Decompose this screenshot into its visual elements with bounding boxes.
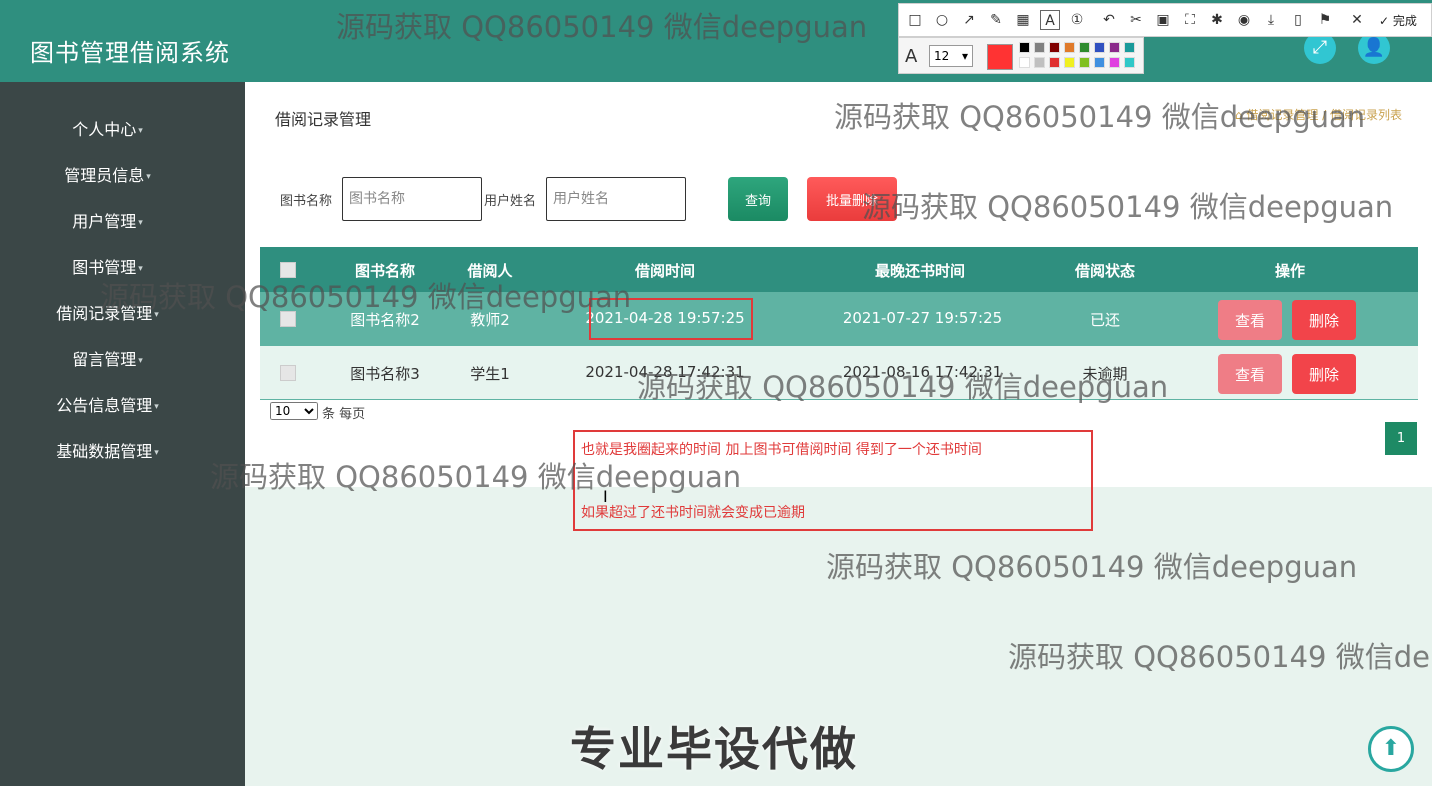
color-swatch[interactable] [1079, 57, 1090, 68]
watermark: 源码获取 QQ86050149 微信deepguan [336, 10, 868, 44]
user-name-label: 用户姓名 [484, 194, 537, 209]
color-swatch[interactable] [1034, 57, 1045, 68]
chevron-down-icon: ▾ [138, 217, 143, 228]
phone-icon[interactable]: ▯ [1288, 10, 1308, 30]
ocr-icon[interactable]: ▣ [1153, 10, 1173, 30]
watermark: 源码获取 QQ86050149 微信deepguan [100, 280, 632, 314]
column-header: 操作 [1274, 262, 1305, 280]
borrower-cell: 学生1 [470, 365, 510, 383]
font-size-select[interactable]: 12 ▾ [929, 45, 973, 67]
font-icon: A [905, 46, 918, 67]
color-swatch[interactable] [1124, 57, 1135, 68]
app-title: 图书管理借阅系统 [30, 39, 230, 67]
row-checkbox[interactable] [280, 365, 296, 381]
color-swatch[interactable] [1094, 57, 1105, 68]
chevron-down-icon: ▾ [154, 401, 159, 412]
annotation-text: 如果超过了还书时间就会变成已逾期 [581, 505, 805, 521]
check-icon: ✓ [1379, 14, 1393, 28]
number-icon[interactable]: ① [1067, 10, 1087, 30]
color-swatch[interactable] [1079, 42, 1090, 53]
chevron-down-icon: ▾ [146, 171, 151, 182]
chevron-down-icon: ▾ [138, 125, 143, 136]
color-swatch[interactable] [1049, 57, 1060, 68]
color-swatch[interactable] [1034, 42, 1045, 53]
arrow-icon[interactable]: ↗ [959, 10, 979, 30]
color-swatch[interactable] [1109, 42, 1120, 53]
cut-icon[interactable]: ✂ [1126, 10, 1146, 30]
color-swatch[interactable] [1019, 57, 1030, 68]
color-swatch[interactable] [1049, 42, 1060, 53]
watermark: 源码获取 QQ86050149 微信deepguan [862, 190, 1394, 224]
column-header: 借阅状态 [1074, 262, 1135, 280]
sidebar-item-basic-data[interactable]: 基础数据管理 ▾ [0, 438, 215, 462]
sidebar-item-user-management[interactable]: 用户管理 ▾ [0, 208, 215, 232]
watermark: 源码获取 QQ86050149 微信deepguan [834, 100, 1366, 134]
screenshot-toolbar: □ ○ ↗ ✎ ▦ A ① ↶ ✂ ▣ ⛶ ✱ ◉ ⤓ ▯ ⚑ ✕ ✓ 完成 [898, 3, 1432, 37]
rect-icon[interactable]: □ [905, 10, 925, 30]
status-cell: 已还 [1089, 311, 1120, 329]
undo-icon[interactable]: ↶ [1099, 10, 1119, 30]
download-icon[interactable]: ⤓ [1261, 10, 1281, 30]
page-title: 借阅记录管理 [275, 110, 372, 129]
user-name-input[interactable] [546, 177, 686, 221]
watermark: 源码获取 QQ86050149 微信deepguan [637, 370, 1169, 404]
per-page-label: 条 每页 [322, 407, 366, 422]
color-swatch[interactable] [1124, 42, 1135, 53]
book-name-cell: 图书名称3 [350, 365, 420, 383]
watermark: 源码获取 QQ86050149 微信deepguan [826, 550, 1358, 584]
sidebar-item-personal-center[interactable]: 个人中心 ▾ [0, 116, 215, 140]
watermark-big: 专业毕设代做 [570, 722, 858, 776]
view-button[interactable]: 查看 [1218, 354, 1282, 394]
record-icon[interactable]: ◉ [1234, 10, 1254, 30]
pen-icon[interactable]: ✎ [986, 10, 1006, 30]
book-name-label: 图书名称 [280, 194, 333, 209]
mosaic-icon[interactable]: ▦ [1013, 10, 1033, 30]
column-header: 最晚还书时间 [874, 262, 965, 280]
page-number-button[interactable]: 1 [1385, 422, 1417, 455]
sidebar-item-announcements[interactable]: 公告信息管理 ▾ [0, 392, 215, 416]
bookmark-icon[interactable]: ⚑ [1315, 10, 1335, 30]
page-size-select[interactable]: 10 [270, 402, 318, 420]
close-icon[interactable]: ✕ [1347, 10, 1367, 30]
color-swatch[interactable] [1019, 42, 1030, 53]
sidebar: 个人中心 ▾ 管理员信息 ▾ 用户管理 ▾ 图书管理 ▾ 借阅记录管理 ▾ 留言管理 ▾ 公… [0, 82, 245, 786]
due-time-cell: 2021-07-27 19:57:25 [842, 309, 1003, 327]
scroll-to-top-icon[interactable]: ⬆ [1368, 726, 1414, 772]
chevron-down-icon: ▾ [138, 355, 143, 366]
chevron-down-icon: ▾ [138, 263, 143, 274]
book-name-input[interactable] [342, 177, 482, 221]
watermark: 源码获取 QQ86050149 微信deepguan [210, 460, 742, 494]
view-button[interactable]: 查看 [1218, 300, 1282, 340]
chevron-down-icon: ▾ [154, 447, 159, 458]
circle-icon[interactable]: ○ [932, 10, 952, 30]
color-swatch[interactable] [1094, 42, 1105, 53]
delete-button[interactable]: 删除 [1292, 354, 1356, 394]
delete-button[interactable]: 删除 [1292, 300, 1356, 340]
color-swatch[interactable] [1064, 57, 1075, 68]
color-swatch[interactable] [1064, 42, 1075, 53]
watermark: 源码获取 QQ86050149 微信de [1008, 640, 1430, 674]
text-icon[interactable]: A [1040, 10, 1060, 30]
chevron-down-icon: ▾ [961, 49, 968, 63]
pin-icon[interactable]: ✱ [1207, 10, 1227, 30]
query-button[interactable]: 查询 [728, 177, 788, 221]
color-swatch[interactable] [1109, 57, 1120, 68]
current-color-swatch[interactable] [987, 44, 1013, 70]
done-button[interactable]: ✓ 完成 [1379, 12, 1417, 29]
sidebar-item-messages[interactable]: 留言管理 ▾ [0, 346, 215, 370]
sidebar-item-admin-info[interactable]: 管理员信息 ▾ [0, 162, 215, 186]
crop-icon[interactable]: ⛶ [1180, 10, 1200, 30]
style-panel: A 12 ▾ [898, 37, 1144, 74]
